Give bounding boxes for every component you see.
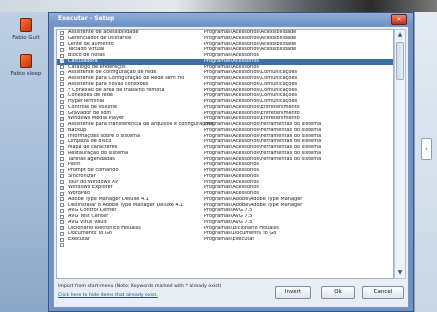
desktop-background-top xyxy=(0,0,437,12)
window-client: Assistente de acessibilidade Programas\Ac… xyxy=(53,26,409,308)
item-checkbox[interactable] xyxy=(60,168,64,173)
desktop-area: Fabio Guit Fabio sleep xyxy=(0,12,48,312)
item-checkbox[interactable] xyxy=(60,30,64,35)
item-checkbox[interactable] xyxy=(60,208,64,213)
item-checkbox[interactable] xyxy=(60,220,64,225)
vertical-scrollbar[interactable]: ▲ ▼ xyxy=(394,29,406,279)
scroll-up-arrow-icon[interactable]: ▲ xyxy=(395,30,405,40)
item-checkbox[interactable] xyxy=(60,76,64,81)
desktop-icon-2[interactable]: Fabio sleep xyxy=(4,54,48,77)
item-checkbox[interactable] xyxy=(60,191,64,196)
item-checkbox[interactable] xyxy=(60,65,64,70)
scroll-down-arrow-icon[interactable]: ▼ xyxy=(395,268,405,278)
dialog-footer: Import from start-menu (Note: Keywords m… xyxy=(56,283,406,305)
desktop-icon-label: Fabio Guit xyxy=(12,35,40,41)
item-checkbox[interactable] xyxy=(60,243,64,248)
item-checkbox[interactable] xyxy=(60,162,64,167)
item-checkbox[interactable] xyxy=(60,82,64,87)
ok-button[interactable]: Ok xyxy=(321,286,355,299)
item-checkbox[interactable] xyxy=(60,197,64,202)
desktop-icon-1[interactable]: Fabio Guit xyxy=(4,18,48,41)
item-checkbox[interactable] xyxy=(60,36,64,41)
item-checkbox[interactable]: ✓ xyxy=(60,185,65,191)
close-icon[interactable]: × xyxy=(391,14,407,25)
hide-existing-link[interactable]: Click here to hide items that already ex… xyxy=(58,293,158,298)
item-checkbox[interactable] xyxy=(60,139,64,144)
cancel-button[interactable]: Cancel xyxy=(362,286,404,299)
chevron-left-icon[interactable]: ‹ xyxy=(421,138,432,160)
window-title: Executar - Setup xyxy=(58,15,115,22)
import-note: Import from start-menu (Note: Keywords m… xyxy=(58,284,222,289)
desktop-icon-label: Fabio sleep xyxy=(10,71,42,77)
item-checkbox[interactable] xyxy=(60,47,64,52)
app-icon xyxy=(20,54,32,68)
item-checkbox[interactable] xyxy=(60,99,64,104)
item-checkbox[interactable] xyxy=(60,122,64,127)
invert-button[interactable]: Invert xyxy=(275,286,311,299)
item-checkbox[interactable]: ✓ xyxy=(60,116,65,122)
item-checkbox[interactable] xyxy=(60,111,64,116)
item-checkbox[interactable] xyxy=(60,88,64,93)
item-checkbox[interactable]: ✓ xyxy=(60,226,65,231)
item-checkbox[interactable]: ✓ xyxy=(60,59,65,64)
item-checkbox[interactable] xyxy=(60,70,64,75)
item-checkbox[interactable] xyxy=(60,231,64,236)
item-checkbox[interactable] xyxy=(60,203,64,208)
item-checkbox[interactable] xyxy=(60,237,64,242)
item-checkbox[interactable] xyxy=(60,53,64,58)
item-checkbox[interactable] xyxy=(60,42,64,47)
item-checkbox[interactable] xyxy=(60,93,64,98)
item-checkbox[interactable] xyxy=(60,157,64,162)
scroll-thumb[interactable] xyxy=(396,42,404,80)
item-checkbox[interactable] xyxy=(60,145,64,150)
item-checkbox[interactable] xyxy=(60,105,64,110)
item-checkbox[interactable] xyxy=(60,174,64,179)
title-bar[interactable]: Executar - Setup × xyxy=(49,13,413,25)
item-checkbox[interactable] xyxy=(60,180,64,185)
program-list[interactable]: Assistente de acessibilidade Programas\Ac… xyxy=(56,29,394,279)
item-checkbox[interactable] xyxy=(60,151,64,156)
list-item[interactable] xyxy=(57,243,393,249)
item-checkbox[interactable] xyxy=(60,214,64,219)
background-window-edge: ‹ xyxy=(414,12,437,312)
item-checkbox[interactable] xyxy=(60,134,64,139)
setup-window: Executar - Setup × Assistente de acessib… xyxy=(48,12,414,312)
item-checkbox[interactable] xyxy=(60,128,64,133)
app-icon xyxy=(20,18,32,32)
